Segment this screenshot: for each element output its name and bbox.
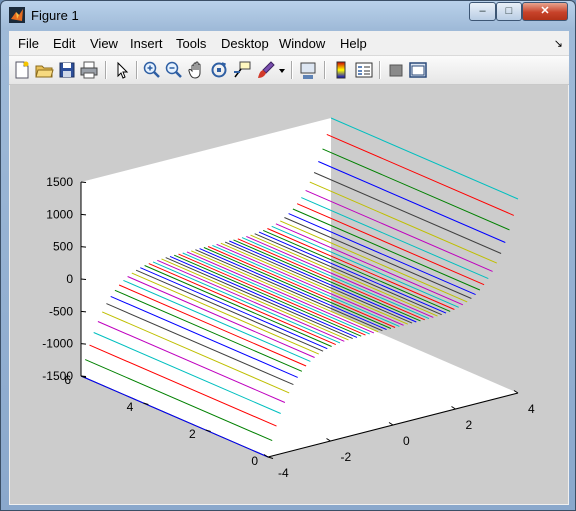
x-tick-label: -4 — [278, 466, 289, 480]
open-file-icon[interactable] — [34, 60, 54, 80]
client-area: File Edit View Insert Tools Desktop Wind… — [9, 31, 569, 505]
minimize-button[interactable]: – — [469, 2, 496, 21]
menu-tools[interactable]: Tools — [176, 36, 206, 51]
save-icon[interactable] — [57, 60, 77, 80]
y-tick-label: 0 — [251, 454, 258, 468]
menu-help[interactable]: Help — [340, 36, 367, 51]
brush-icon[interactable] — [256, 60, 276, 80]
menu-view[interactable]: View — [90, 36, 118, 51]
figure-toolbar — [9, 55, 569, 85]
z-tick-mark — [80, 246, 87, 248]
z-tick-label: 1500 — [46, 175, 73, 189]
x-tick-label: -2 — [341, 450, 352, 464]
toolbar-separator — [324, 61, 326, 79]
z-tick-mark — [80, 310, 87, 313]
z-tick-label: 1000 — [46, 207, 73, 221]
x-tick-label: 2 — [466, 418, 473, 432]
data-cursor-icon[interactable] — [232, 60, 252, 80]
z-tick-label: -500 — [49, 304, 73, 318]
menu-insert[interactable]: Insert — [130, 36, 163, 51]
series-line — [318, 161, 506, 243]
title-bar[interactable]: Figure 1 – □ ✕ — [1, 1, 575, 31]
menu-file[interactable]: File — [18, 36, 39, 51]
link-plot-icon[interactable] — [298, 60, 318, 80]
dock-arrow-icon[interactable]: ↘ — [554, 37, 563, 50]
y-tick-label: 2 — [189, 427, 196, 441]
menu-desktop[interactable]: Desktop — [221, 36, 269, 51]
y-tick-label: 6 — [64, 373, 71, 387]
3d-axes[interactable]: 150010005000-500-1000-15006420-4-2024 — [10, 85, 568, 504]
matlab-logo-icon — [9, 7, 25, 23]
rotate-3d-icon[interactable] — [209, 60, 229, 80]
edit-plot-arrow-icon[interactable] — [112, 60, 132, 80]
zoom-in-icon[interactable] — [142, 60, 162, 80]
menu-edit[interactable]: Edit — [53, 36, 75, 51]
toolbar-separator — [105, 61, 107, 79]
z-tick-mark — [80, 343, 87, 345]
window-title: Figure 1 — [31, 8, 79, 23]
z-tick-label: 500 — [53, 240, 73, 254]
toolbar-separator — [291, 61, 293, 79]
brush-dropdown-icon[interactable] — [277, 60, 287, 80]
y-tick-mark — [267, 456, 274, 459]
x-tick-label: 4 — [528, 402, 535, 416]
menu-bar: File Edit View Insert Tools Desktop Wind… — [9, 31, 569, 55]
legend-icon[interactable] — [354, 60, 374, 80]
print-icon[interactable] — [79, 60, 99, 80]
toolbar-separator — [136, 61, 138, 79]
series-line — [322, 148, 510, 231]
series-line — [313, 172, 502, 254]
zoom-out-icon[interactable] — [164, 60, 184, 80]
y-tick-label: 4 — [127, 400, 134, 414]
z-tick-mark — [80, 213, 87, 216]
show-plot-tools-icon[interactable] — [408, 60, 428, 80]
toolbar-separator — [379, 61, 381, 79]
x-tick-label: 0 — [403, 434, 410, 448]
maximize-button[interactable]: □ — [496, 2, 522, 21]
figure-window: Figure 1 – □ ✕ File Edit View Insert Too… — [0, 0, 576, 511]
series-line — [330, 117, 519, 200]
new-figure-icon[interactable] — [12, 60, 32, 80]
close-button[interactable]: ✕ — [522, 2, 568, 21]
series-line — [305, 189, 493, 272]
pan-hand-icon[interactable] — [187, 60, 207, 80]
hide-plot-tools-icon[interactable] — [386, 60, 406, 80]
series-line — [326, 133, 514, 216]
z-tick-mark — [80, 278, 87, 280]
colorbar-icon[interactable] — [331, 60, 351, 80]
z-tick-label: -1000 — [42, 337, 73, 351]
figure-canvas[interactable]: 1500 1000 500 0 -500 -1000 -1500 6 4 2 0 -4 -2 0 2 4 — [10, 85, 568, 504]
z-tick-mark — [80, 181, 87, 183]
menu-window[interactable]: Window — [279, 36, 325, 51]
z-tick-label: 0 — [66, 272, 73, 286]
